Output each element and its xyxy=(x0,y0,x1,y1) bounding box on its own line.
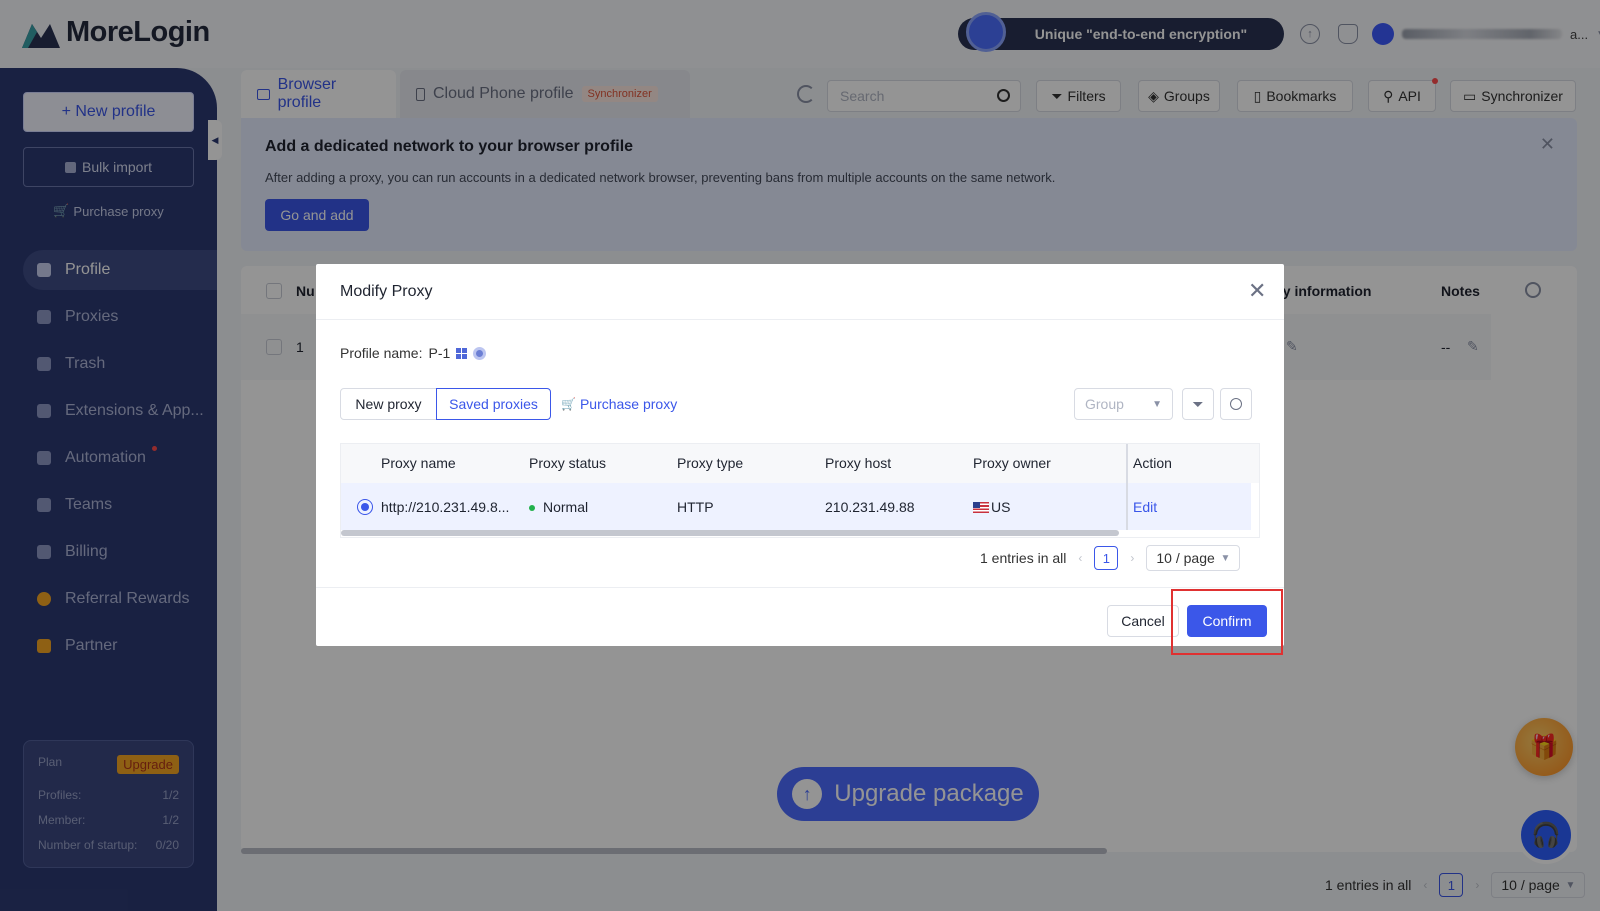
modal-title: Modify Proxy xyxy=(340,283,433,300)
entries-count: 1 entries in all xyxy=(980,550,1067,566)
column-action: Action xyxy=(1133,455,1172,471)
cell-proxy-owner: US xyxy=(973,499,1010,515)
per-page-select[interactable]: 10 / page ▼ xyxy=(1146,545,1241,571)
column-proxy-host: Proxy host xyxy=(825,455,892,471)
cancel-button[interactable]: Cancel xyxy=(1107,605,1179,637)
saved-proxies-tab[interactable]: Saved proxies xyxy=(436,388,551,420)
filter-icon: ⏷ xyxy=(1192,395,1204,412)
filter-button[interactable]: ⏷ xyxy=(1182,388,1214,420)
cell-proxy-type: HTTP xyxy=(677,499,714,515)
group-placeholder: Group xyxy=(1085,396,1124,412)
edit-link[interactable]: Edit xyxy=(1133,499,1157,515)
sticky-column-border xyxy=(1126,444,1128,530)
divider xyxy=(316,319,1284,320)
new-proxy-tab[interactable]: New proxy xyxy=(340,388,437,420)
purchase-proxy-link[interactable]: 🛒 Purchase proxy xyxy=(561,396,677,412)
proxy-radio-selected[interactable] xyxy=(357,499,373,515)
search-icon xyxy=(1230,398,1242,410)
profile-name-value: P-1 xyxy=(428,345,451,361)
close-icon[interactable]: ✕ xyxy=(1248,278,1266,304)
us-flag-icon xyxy=(973,502,989,513)
column-proxy-type: Proxy type xyxy=(677,455,744,471)
column-proxy-status: Proxy status xyxy=(529,455,607,471)
per-page-value: 10 / page xyxy=(1156,550,1215,566)
cell-proxy-host: 210.231.49.88 xyxy=(825,499,915,515)
group-select[interactable]: Group ▼ xyxy=(1074,388,1173,420)
profile-name-line: Profile name: P-1 xyxy=(340,345,487,361)
cell-proxy-status: Normal xyxy=(529,499,588,515)
purchase-proxy-label: Purchase proxy xyxy=(579,396,678,412)
next-page-icon[interactable]: › xyxy=(1130,551,1134,565)
table-header xyxy=(341,444,1259,483)
modify-proxy-dialog: Modify Proxy ✕ Profile name: P-1 New pro… xyxy=(316,264,1284,646)
column-proxy-name: Proxy name xyxy=(381,455,456,471)
windows-icon xyxy=(456,347,468,359)
status-dot xyxy=(529,505,535,512)
status-label: Normal xyxy=(543,499,589,515)
confirm-highlight-box xyxy=(1171,589,1283,655)
cart-icon: 🛒 xyxy=(561,397,576,411)
prev-page-icon[interactable]: ‹ xyxy=(1078,551,1082,565)
chrome-icon xyxy=(473,346,487,360)
chevron-down-icon: ▼ xyxy=(1220,552,1231,564)
cell-proxy-name: http://210.231.49.8... xyxy=(381,499,510,515)
owner-label: US xyxy=(991,499,1011,515)
page-number[interactable]: 1 xyxy=(1094,546,1119,570)
divider xyxy=(316,587,1284,588)
search-button[interactable] xyxy=(1220,388,1252,420)
column-proxy-owner: Proxy owner xyxy=(973,455,1051,471)
proxy-table: Proxy name Proxy status Proxy type Proxy… xyxy=(340,443,1260,538)
profile-name-label: Profile name: xyxy=(340,345,423,361)
modal-pagination: 1 entries in all ‹ 1 › 10 / page ▼ xyxy=(980,545,1241,571)
chevron-down-icon: ▼ xyxy=(1152,398,1162,410)
table-horizontal-scrollbar[interactable] xyxy=(341,530,1119,536)
